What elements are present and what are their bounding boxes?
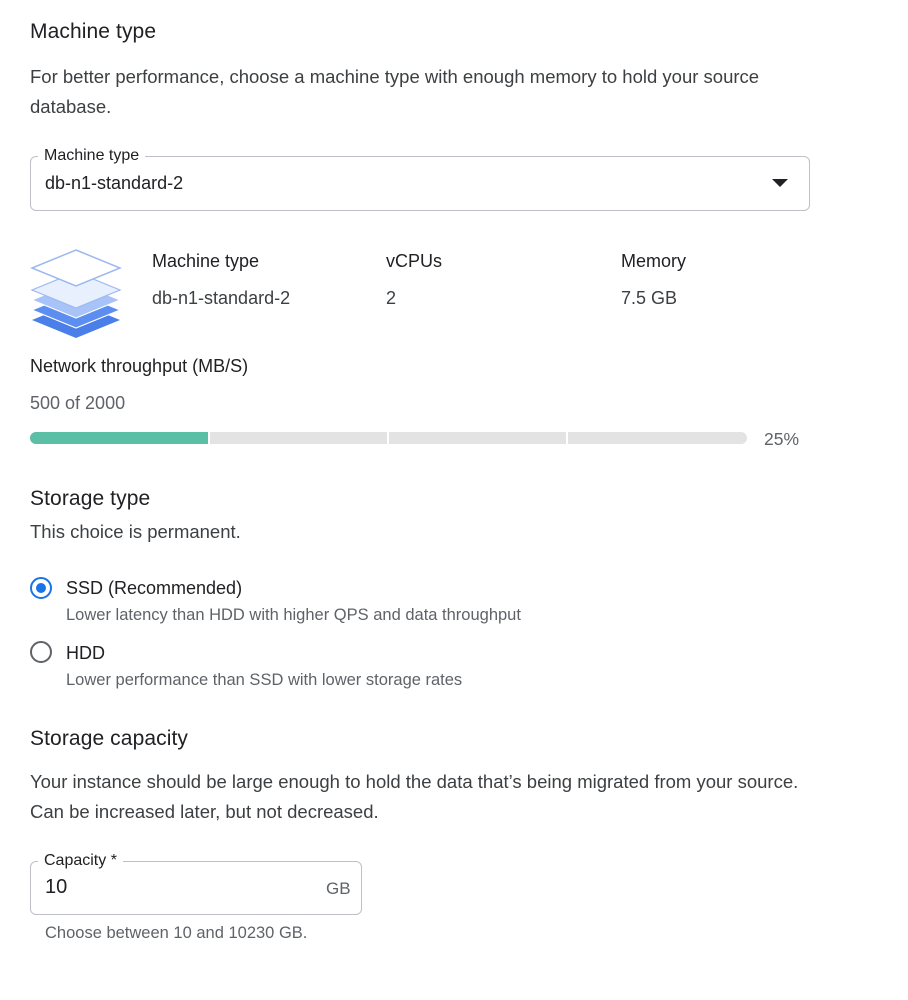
progress-segment-divider [387,432,389,444]
progress-segment-divider [208,432,210,444]
capacity-input-value[interactable]: 10 [45,876,67,899]
memory-column-header: Memory [621,251,687,271]
capacity-unit-suffix: GB [326,879,351,898]
vcpus-value: 2 [386,288,397,308]
machine-type-description: For better performance, choose a machine… [30,66,760,117]
ssd-description: Lower latency than HDD with higher QPS a… [66,606,521,624]
throughput-percent: 25% [764,429,800,449]
hdd-radio-label[interactable]: HDD [66,643,105,664]
hdd-radio[interactable] [30,641,52,663]
machine-type-column-header: Machine type [152,251,260,271]
throughput-progress-bar [30,432,747,444]
machine-type-select-label: Machine type [38,147,146,165]
layers-icon [30,249,122,338]
dropdown-arrow-icon[interactable] [771,177,789,189]
machine-type-heading: Machine type [30,20,157,43]
storage-type-subtitle: This choice is permanent. [30,521,241,542]
storage-type-heading: Storage type [30,487,151,510]
machine-type-select[interactable]: db-n1-standard-2 [30,156,810,211]
machine-type-select-value: db-n1-standard-2 [45,173,184,193]
capacity-input-label: Capacity * [38,852,123,870]
ssd-radio-label[interactable]: SSD (Recommended) [66,578,242,599]
storage-capacity-description: Your instance should be large enough to … [30,771,799,822]
memory-value: 7.5 GB [621,288,678,308]
ssd-radio[interactable] [30,577,52,599]
machine-type-value: db-n1-standard-2 [152,288,291,308]
network-throughput-heading: Network throughput (MB/S) [30,356,249,376]
throughput-progress-fill [30,432,210,444]
storage-capacity-heading: Storage capacity [30,727,189,750]
hdd-description: Lower performance than SSD with lower st… [66,671,463,689]
vcpus-column-header: vCPUs [386,251,443,271]
throughput-summary: 500 of 2000 [30,393,126,413]
capacity-helper-text: Choose between 10 and 10230 GB. [45,924,308,942]
progress-segment-divider [566,432,568,444]
